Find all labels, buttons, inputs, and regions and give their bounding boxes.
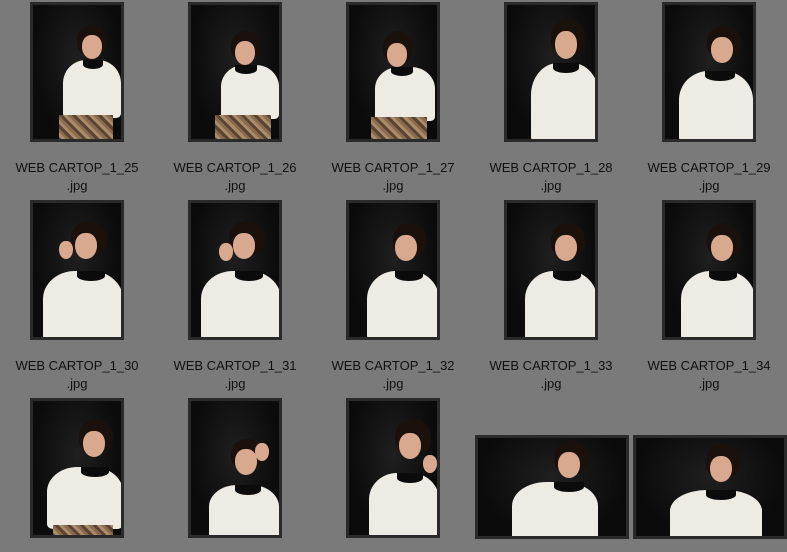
portrait-figure [33, 203, 121, 337]
file-name-label[interactable]: WEB CARTOP_1_33 .jpg [471, 357, 631, 393]
portrait-figure [478, 438, 626, 536]
file-name-label[interactable]: WEB CARTOP_1_31 .jpg [155, 357, 315, 393]
file-name-label[interactable]: WEB CARTOP_1_25 .jpg [0, 159, 157, 195]
portrait-figure [349, 5, 437, 139]
portrait-figure [191, 401, 279, 535]
photo-thumbnail[interactable] [475, 435, 629, 539]
portrait-figure [665, 203, 753, 337]
file-name-label[interactable]: WEB CARTOP_1_27 .jpg [313, 159, 473, 195]
portrait-figure [349, 401, 437, 535]
photo-thumbnail[interactable] [188, 2, 282, 142]
photo-thumbnail[interactable] [504, 2, 598, 142]
photo-thumbnail[interactable] [633, 435, 787, 539]
photo-thumbnail[interactable] [188, 200, 282, 340]
photo-thumbnail[interactable] [30, 2, 124, 142]
file-name-label[interactable]: WEB CARTOP_1_34 .jpg [629, 357, 787, 393]
file-name-label[interactable]: WEB CARTOP_1_28 .jpg [471, 159, 631, 195]
photo-thumbnail[interactable] [662, 200, 756, 340]
photo-thumbnail[interactable] [346, 398, 440, 538]
photo-thumbnail[interactable] [30, 398, 124, 538]
portrait-figure [665, 5, 753, 139]
file-name-label[interactable]: WEB CARTOP_1_30 .jpg [0, 357, 157, 393]
portrait-figure [191, 5, 279, 139]
portrait-figure [507, 5, 595, 139]
photo-thumbnail[interactable] [30, 200, 124, 340]
photo-thumbnail[interactable] [346, 200, 440, 340]
portrait-figure [349, 203, 437, 337]
file-name-label[interactable]: WEB CARTOP_1_32 .jpg [313, 357, 473, 393]
file-name-label[interactable]: WEB CARTOP_1_26 .jpg [155, 159, 315, 195]
portrait-figure [33, 401, 121, 535]
portrait-figure [33, 5, 121, 139]
photo-thumbnail[interactable] [662, 2, 756, 142]
photo-thumbnail[interactable] [504, 200, 598, 340]
photo-thumbnail[interactable] [188, 398, 282, 538]
portrait-figure [191, 203, 279, 337]
file-name-label[interactable]: WEB CARTOP_1_29 .jpg [629, 159, 787, 195]
photo-thumbnail[interactable] [346, 2, 440, 142]
portrait-figure [636, 438, 784, 536]
portrait-figure [507, 203, 595, 337]
